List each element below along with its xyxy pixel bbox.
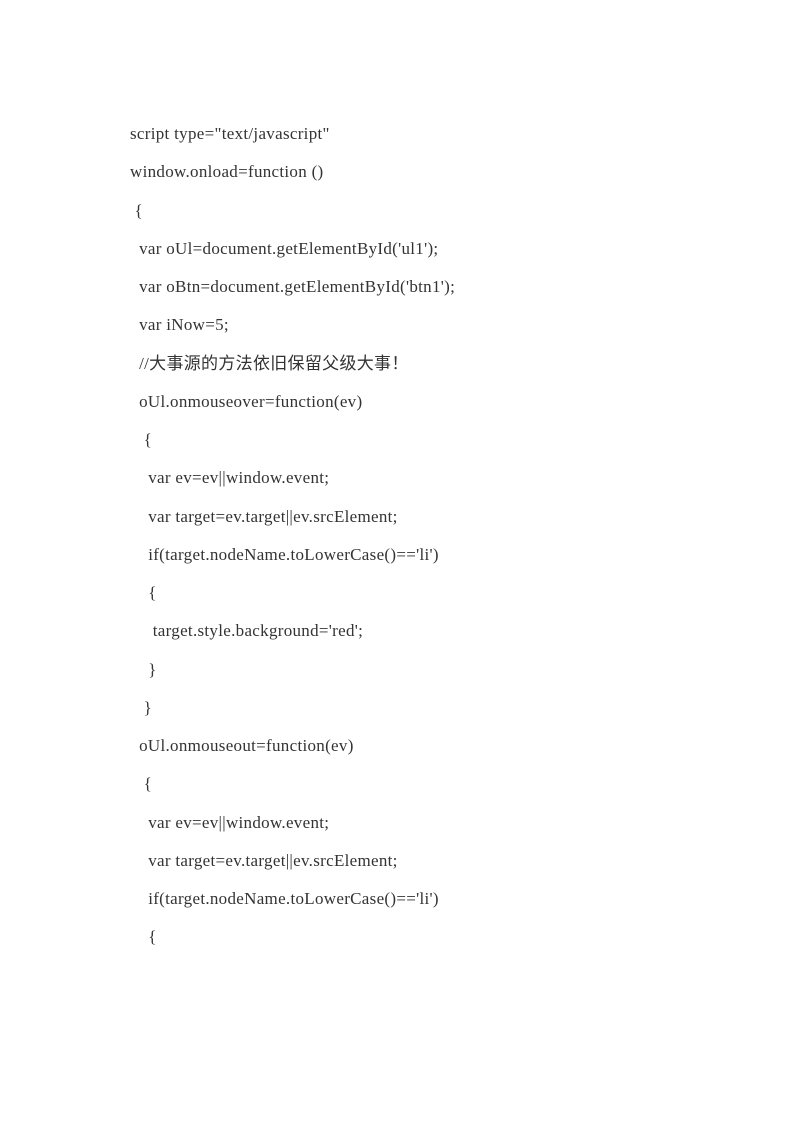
code-line: var iNow=5; [130,306,800,344]
code-line: oUl.onmouseout=function(ev) [130,727,800,765]
code-line: } [130,651,800,689]
code-line: target.style.background='red'; [130,612,800,650]
code-line: script type="text/javascript" [130,115,800,153]
code-line: var target=ev.target||ev.srcElement; [130,842,800,880]
code-line: } [130,689,800,727]
code-line: var oUl=document.getElementById('ul1'); [130,230,800,268]
code-line: { [130,192,800,230]
code-line: { [130,918,800,956]
code-line: var ev=ev||window.event; [130,459,800,497]
code-line: window.onload=function () [130,153,800,191]
code-line: { [130,765,800,803]
code-line: { [130,421,800,459]
code-line: //大事源的方法依旧保留父级大事！ [130,345,800,383]
code-line: if(target.nodeName.toLowerCase()=='li') [130,880,800,918]
code-line: if(target.nodeName.toLowerCase()=='li') [130,536,800,574]
code-line: var target=ev.target||ev.srcElement; [130,498,800,536]
code-document: script type="text/javascript" window.onl… [0,0,800,957]
code-line: { [130,574,800,612]
code-line: var ev=ev||window.event; [130,804,800,842]
code-line: oUl.onmouseover=function(ev) [130,383,800,421]
code-line: var oBtn=document.getElementById('btn1')… [130,268,800,306]
